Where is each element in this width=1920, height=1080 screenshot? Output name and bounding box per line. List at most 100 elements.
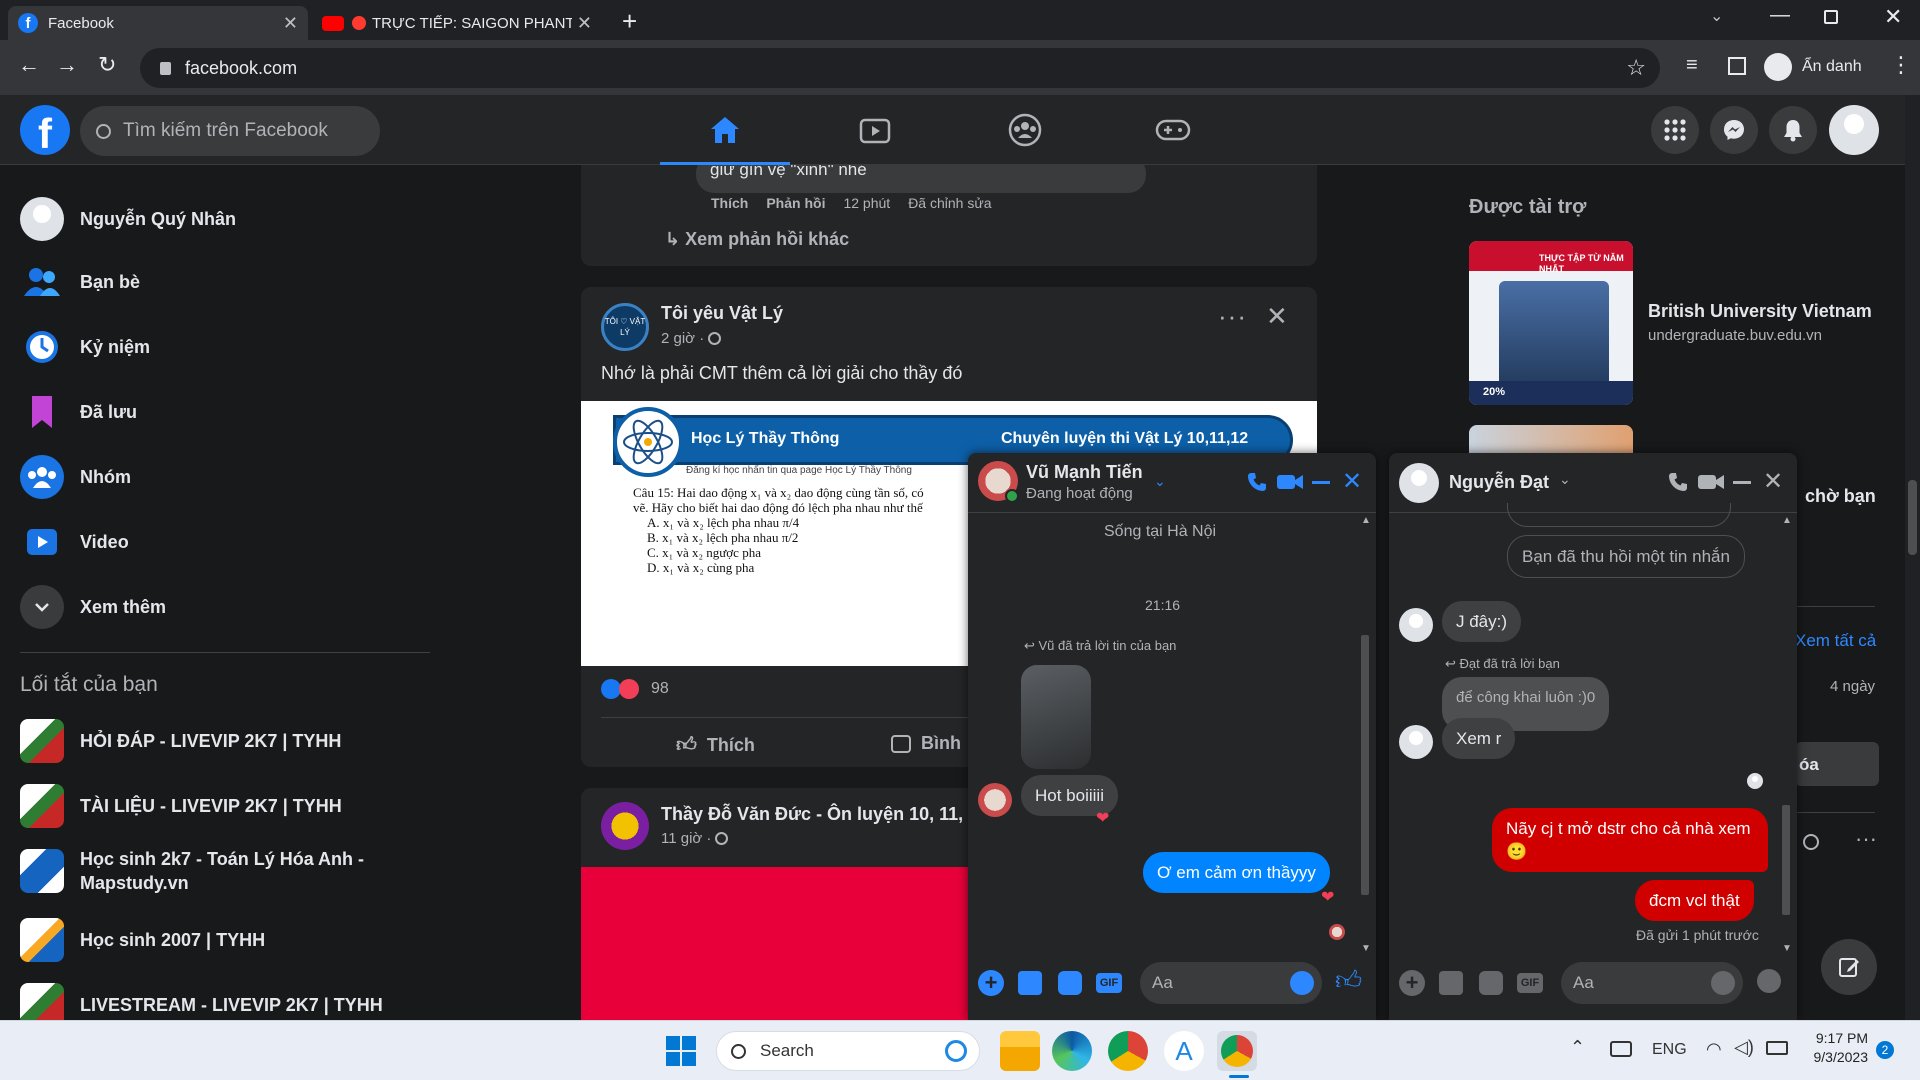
post-author[interactable]: Tôi yêu Vật Lý: [661, 303, 783, 324]
incognito-profile-button[interactable]: Ẩn danh: [1764, 50, 1862, 84]
url-omnibox[interactable]: facebook.com ☆: [140, 48, 1660, 88]
minimize-icon[interactable]: —: [1770, 4, 1790, 27]
emoji-icon[interactable]: [1290, 971, 1314, 995]
scroll-up-icon[interactable]: ▲: [1782, 515, 1792, 526]
tab-youtube[interactable]: TRỰC TIẾP: SAIGON PHANTO ✕: [312, 6, 602, 40]
partial-button[interactable]: óa: [1795, 742, 1879, 786]
message-input[interactable]: Aa: [1140, 962, 1322, 1004]
nav-watch-tab[interactable]: [810, 95, 940, 165]
chat-scrollbar-thumb[interactable]: [1361, 635, 1369, 895]
close-window-icon[interactable]: ✕: [1884, 4, 1902, 30]
contact-avatar[interactable]: [1399, 463, 1439, 503]
sidebar-item-see-more[interactable]: Xem thêm: [20, 581, 166, 633]
gif-icon[interactable]: GIF: [1096, 973, 1122, 993]
post-time[interactable]: 2 giờ ·: [661, 330, 704, 347]
side-panel-icon[interactable]: [1728, 57, 1746, 75]
file-explorer-icon[interactable]: [1000, 1031, 1040, 1071]
sticker-icon[interactable]: [1058, 971, 1082, 995]
scroll-down-icon[interactable]: ▼: [1782, 943, 1792, 954]
chevron-down-icon[interactable]: ⌄: [1154, 473, 1166, 490]
plus-icon[interactable]: +: [978, 970, 1004, 996]
restore-icon[interactable]: [1824, 10, 1838, 24]
ad-image[interactable]: THỰC TẬP TỪ NĂM NHẤT 20%: [1469, 241, 1633, 405]
messenger-button[interactable]: [1710, 106, 1758, 154]
bookmark-star-icon[interactable]: ☆: [1626, 55, 1646, 81]
shortcut-item[interactable]: TÀI LIỆU - LIVEVIP 2K7 | TYHH: [20, 780, 342, 832]
reading-list-icon[interactable]: ≡: [1686, 54, 1698, 77]
sidebar-item-profile[interactable]: Nguyễn Quý Nhân: [20, 193, 236, 245]
shortcut-item[interactable]: Học sinh 2007 | TYHH: [20, 914, 265, 966]
chrome-icon[interactable]: [1108, 1031, 1148, 1071]
back-icon[interactable]: ←: [18, 52, 40, 78]
phone-icon[interactable]: [1667, 471, 1689, 493]
incoming-message[interactable]: Xem r: [1442, 718, 1516, 759]
page-scrollbar-thumb[interactable]: [1908, 480, 1917, 555]
comment-like-link[interactable]: Thích: [711, 195, 748, 211]
video-call-icon[interactable]: [1697, 473, 1725, 491]
nav-gaming-tab[interactable]: [1108, 95, 1238, 165]
page-avatar[interactable]: TÔI ♡ VẬT LÝ: [601, 303, 649, 351]
notification-badge[interactable]: 2: [1876, 1041, 1894, 1059]
tray-chevron-icon[interactable]: ⌃: [1570, 1037, 1585, 1058]
windows-start-icon[interactable]: [666, 1036, 696, 1066]
post-time[interactable]: 11 giờ ·: [661, 830, 711, 847]
incoming-message[interactable]: J đây:): [1442, 601, 1522, 642]
page-avatar[interactable]: [601, 802, 649, 850]
close-tab-icon[interactable]: ✕: [577, 13, 592, 34]
outgoing-message[interactable]: Ơ em cảm ơn thầyyy: [1143, 852, 1330, 893]
outgoing-message[interactable]: Nãy cj t mở dstr cho cả nhà xem 🙂: [1492, 808, 1768, 872]
profile-avatar[interactable]: [1829, 105, 1879, 155]
forward-icon[interactable]: →: [56, 52, 78, 78]
outgoing-message[interactable]: đcm vcl thật: [1635, 880, 1754, 921]
chat-scrollbar[interactable]: ▲ ▼: [1779, 515, 1793, 957]
like-button[interactable]: 👍︎ Thích: [676, 733, 755, 757]
gif-icon[interactable]: GIF: [1517, 973, 1543, 993]
facebook-logo-icon[interactable]: f: [20, 105, 70, 157]
close-chat-icon[interactable]: ✕: [1342, 467, 1362, 496]
chat-scrollbar[interactable]: ▲ ▼: [1358, 515, 1372, 957]
new-message-button[interactable]: [1821, 939, 1877, 995]
menu-grid-button[interactable]: [1651, 106, 1699, 154]
contact-name[interactable]: Nguyễn Đạt: [1449, 472, 1549, 493]
sidebar-item-groups[interactable]: Nhóm: [20, 451, 131, 503]
minimize-chat-icon[interactable]: [1312, 481, 1330, 484]
scroll-up-icon[interactable]: ▲: [1361, 515, 1371, 526]
close-tab-icon[interactable]: ✕: [283, 13, 298, 34]
search-icon[interactable]: [1803, 834, 1819, 850]
new-tab-button[interactable]: +: [622, 6, 637, 37]
video-call-icon[interactable]: [1276, 473, 1304, 491]
network-status-icon[interactable]: [1610, 1041, 1632, 1057]
emoji-icon[interactable]: [1711, 971, 1735, 995]
reaction-summary[interactable]: 98: [601, 679, 669, 699]
sidebar-item-memories[interactable]: Kỷ niệm: [20, 321, 150, 373]
chrome-active-icon[interactable]: [1217, 1031, 1257, 1071]
wifi-icon[interactable]: ◠: [1706, 1039, 1722, 1060]
ad-image[interactable]: [1469, 425, 1633, 453]
message-input[interactable]: Aa: [1561, 962, 1743, 1004]
sticker-icon[interactable]: [1479, 971, 1503, 995]
thumbs-up-send-icon[interactable]: 👍︎: [1335, 965, 1362, 996]
image-icon[interactable]: [1018, 971, 1042, 995]
battery-icon[interactable]: [1766, 1041, 1788, 1055]
shortcut-item[interactable]: HỎI ĐÁP - LIVEVIP 2K7 | TYHH: [20, 715, 341, 767]
tab-search-icon[interactable]: ⌄: [1710, 6, 1723, 26]
chat-scrollbar-thumb[interactable]: [1782, 805, 1790, 915]
custom-reaction-icon[interactable]: [1757, 969, 1781, 993]
facebook-search-input[interactable]: Tìm kiếm trên Facebook: [80, 106, 380, 156]
phone-icon[interactable]: [1246, 471, 1268, 493]
post-close-icon[interactable]: ✕: [1266, 301, 1288, 332]
ad-title[interactable]: British University Vietnam: [1648, 301, 1872, 322]
clock[interactable]: 9:17 PM 9/3/2023: [1806, 1030, 1869, 1065]
chevron-down-icon[interactable]: ⌄: [1559, 471, 1571, 488]
reload-icon[interactable]: ↻: [98, 52, 116, 78]
replied-photo-thumbnail[interactable]: [1021, 665, 1091, 769]
contact-name[interactable]: Vũ Mạnh Tiến: [1026, 462, 1143, 483]
minimize-chat-icon[interactable]: [1733, 481, 1751, 484]
plus-icon[interactable]: +: [1399, 970, 1425, 996]
sidebar-item-friends[interactable]: Bạn bè: [20, 256, 140, 308]
comment-button[interactable]: Bình: [891, 733, 961, 754]
scroll-down-icon[interactable]: ▼: [1361, 943, 1371, 954]
app-icon[interactable]: A: [1164, 1031, 1204, 1071]
post-author[interactable]: Thầy Đỗ Văn Đức - Ôn luyện 10, 11, 1: [661, 804, 978, 825]
nav-groups-tab[interactable]: [960, 95, 1090, 165]
